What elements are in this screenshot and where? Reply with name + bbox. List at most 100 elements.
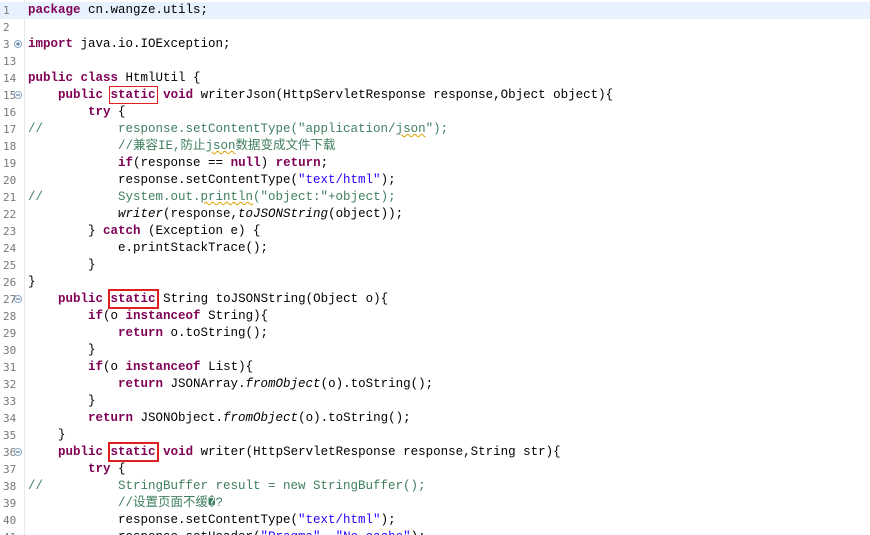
highlighted-static-keyword: static	[108, 86, 158, 104]
code-line[interactable]: 33 }	[0, 393, 870, 410]
code-text: try {	[28, 461, 126, 478]
code-line[interactable]: 22 writer(response,toJSONString(object))…	[0, 206, 870, 223]
keyword-token: void	[163, 445, 194, 459]
code-text: public class HtmlUtil {	[28, 70, 201, 87]
keyword-token: if	[88, 309, 104, 323]
code-line[interactable]: 17 // response.setContentType("applicatio…	[0, 121, 870, 138]
code-line[interactable]: 15 public static void writerJson(HttpSer…	[0, 86, 870, 104]
code-line[interactable]: 20 response.setContentType("text/html");	[0, 172, 870, 189]
fold-collapse-icon[interactable]	[14, 91, 22, 99]
code-line[interactable]: 39 //设置页面不缓�?	[0, 495, 870, 512]
code-editor[interactable]: 1 package cn.wangze.utils; 2 3 import java.i…	[0, 0, 870, 535]
code-text: // System.out.println("object:"+object);	[28, 189, 396, 206]
string-token: "text/html"	[298, 513, 381, 527]
code-text: if(o instanceof List){	[28, 359, 253, 376]
line-number: 18	[3, 140, 17, 153]
code-line[interactable]: 1 package cn.wangze.utils;	[0, 2, 870, 19]
code-line[interactable]: 34 return JSONObject.fromObject(o).toStr…	[0, 410, 870, 427]
keyword-token: public	[28, 71, 74, 85]
code-line[interactable]: 36 public static void writer(HttpServlet…	[0, 442, 870, 462]
code-text: if(o instanceof String){	[28, 308, 268, 325]
code-line[interactable]: 27 public static String toJSONString(Obj…	[0, 289, 870, 309]
code-token: (o	[103, 309, 126, 323]
code-token: e.printStackTrace();	[28, 241, 269, 255]
fold-collapse-icon[interactable]	[14, 448, 22, 456]
code-line[interactable]: 19 if(response == null) return;	[0, 155, 870, 172]
code-token: writerJson(HttpServletResponse response,…	[193, 88, 614, 102]
line-number: 35	[3, 429, 17, 442]
code-line[interactable]: 13	[0, 53, 870, 70]
code-line[interactable]: 2	[0, 19, 870, 36]
code-text: writer(response,toJSONString(object));	[28, 206, 403, 223]
code-line[interactable]: 16 try {	[0, 104, 870, 121]
code-token: String toJSONString(Object o){	[155, 292, 389, 306]
keyword-token: instanceof	[125, 360, 201, 374]
code-line[interactable]: 26}	[0, 274, 870, 291]
code-line[interactable]: 32 return JSONArray.fromObject(o).toStri…	[0, 376, 870, 393]
code-line[interactable]: 38 // StringBuffer result = new StringBuf…	[0, 478, 870, 495]
comment-token: // StringBuffer result = new StringBuffe…	[28, 479, 426, 493]
code-token: }	[28, 428, 66, 442]
comment-token: println	[200, 190, 254, 204]
line-number: 34	[3, 412, 17, 425]
code-line[interactable]: 24 e.printStackTrace();	[0, 240, 870, 257]
keyword-token: public	[58, 292, 104, 306]
code-text: }	[28, 427, 66, 444]
code-token: ;	[320, 156, 329, 170]
line-number: 40	[3, 514, 17, 527]
code-text: return o.toString();	[28, 325, 268, 342]
line-number: 26	[3, 276, 17, 289]
string-token: "No-cache"	[336, 530, 411, 535]
code-line[interactable]: 28 if(o instanceof String){	[0, 308, 870, 325]
code-text: package cn.wangze.utils;	[28, 2, 208, 19]
keyword-token: class	[80, 71, 119, 85]
code-line[interactable]: 40 response.setContentType("text/html");	[0, 512, 870, 529]
comment-token: ("object:"+object);	[253, 190, 396, 204]
code-line[interactable]: 35 }	[0, 427, 870, 444]
code-token: )	[260, 156, 276, 170]
line-number: 13	[3, 55, 17, 68]
code-line[interactable]: 3 import java.io.IOException;	[0, 36, 870, 53]
code-line[interactable]: 14 public class HtmlUtil {	[0, 70, 870, 87]
code-token: (Exception e) {	[140, 224, 261, 238]
line-number: 31	[3, 361, 17, 374]
code-text: }	[28, 393, 96, 410]
code-token: String){	[200, 309, 269, 323]
code-text: //兼容IE,防止json数据变成文件下载	[28, 138, 336, 155]
keyword-token: return	[275, 156, 321, 170]
code-line[interactable]: 23 } catch (Exception e) {	[0, 223, 870, 240]
code-token: }	[28, 275, 36, 289]
code-token: }	[28, 394, 96, 408]
fold-expand-icon[interactable]	[14, 40, 22, 48]
code-token: toJSONString	[238, 207, 329, 221]
fold-collapse-icon[interactable]	[14, 295, 22, 303]
keyword-token: return	[118, 326, 164, 340]
code-line[interactable]: 21 // System.out.println("object:"+object…	[0, 189, 870, 206]
code-text: if(response == null) return;	[28, 155, 328, 172]
code-line[interactable]: 25 }	[0, 257, 870, 274]
code-text: public static String toJSONString(Object…	[28, 289, 389, 309]
code-token: writer(HttpServletResponse response,Stri…	[193, 445, 561, 459]
code-token: writer	[118, 207, 164, 221]
comment-token: json	[395, 122, 426, 136]
code-line[interactable]: 29 return o.toString();	[0, 325, 870, 342]
code-line[interactable]: 41 response.setHeader("Pragma", "No-cach…	[0, 529, 870, 535]
code-line[interactable]: 31 if(o instanceof List){	[0, 359, 870, 376]
code-line[interactable]: 37 try {	[0, 461, 870, 478]
code-token: java.io.IOException;	[73, 37, 231, 51]
keyword-token: try	[88, 462, 111, 476]
line-number: 16	[3, 106, 17, 119]
code-text: response.setContentType("text/html");	[28, 172, 396, 189]
code-line[interactable]: 18 //兼容IE,防止json数据变成文件下载	[0, 138, 870, 155]
line-number: 24	[3, 242, 17, 255]
code-line[interactable]: 30 }	[0, 342, 870, 359]
highlighted-static-keyword: static	[107, 442, 159, 462]
string-token: "text/html"	[298, 173, 381, 187]
